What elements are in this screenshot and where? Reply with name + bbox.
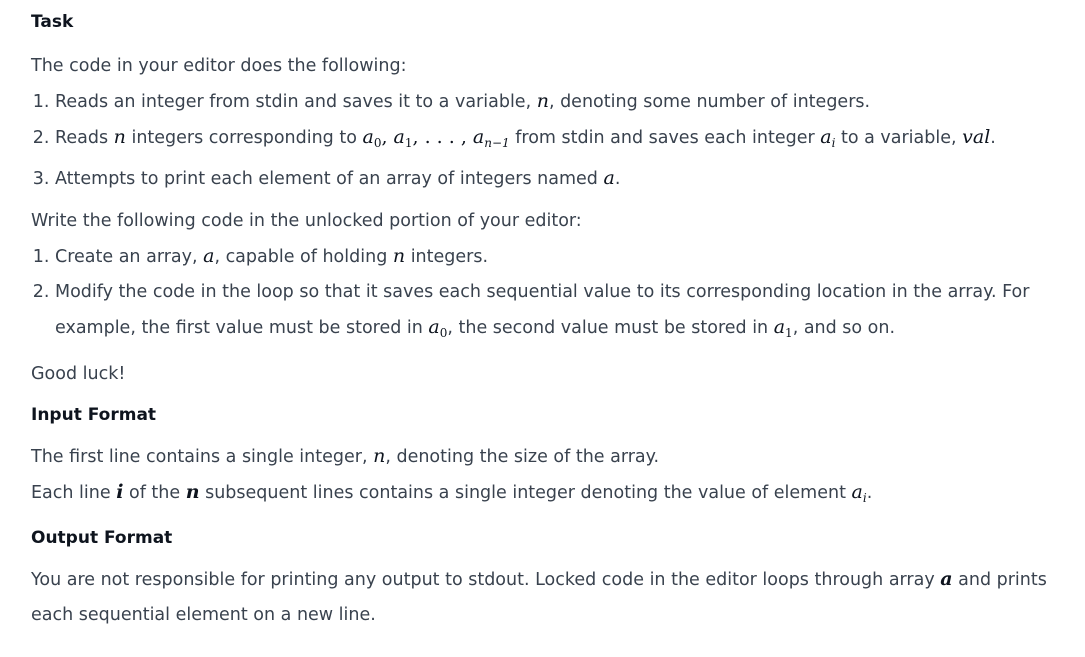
task-steps-list: Reads an integer from stdin and saves it…	[31, 84, 1075, 197]
input-format-heading: Input Format	[31, 405, 157, 425]
write-intro: Write the following code in the unlocked…	[31, 211, 582, 231]
math-n: n	[113, 126, 126, 148]
math-ai: ai	[820, 126, 836, 150]
problem-statement: Task The code in your editor does the fo…	[0, 11, 1085, 633]
math-a1: a1	[773, 316, 793, 340]
task-intro: The code in your editor does the followi…	[31, 56, 407, 76]
task-heading: Task	[31, 12, 74, 32]
output-format-text: You are not responsible for printing any…	[31, 568, 1047, 625]
math-n: n	[536, 90, 549, 112]
math-a: a	[203, 245, 215, 267]
math-n: n	[373, 445, 386, 467]
input-format-line-2: Each line i of the n subsequent lines co…	[31, 481, 873, 505]
output-format-heading: Output Format	[31, 528, 173, 548]
input-format-line-1: The first line contains a single integer…	[31, 445, 660, 467]
math-a0: a0	[428, 316, 448, 340]
write-step-1: Create an array, a, capable of holding n…	[55, 239, 1075, 275]
math-val: val	[962, 126, 991, 148]
math-a: a	[603, 167, 615, 189]
task-step-2: Reads n integers corresponding to a0, a1…	[55, 120, 1075, 161]
good-luck-text: Good luck!	[31, 364, 126, 384]
math-n: n	[185, 481, 200, 503]
math-ai: ai	[851, 481, 867, 505]
math-sequence: a0, a1, . . . , an−1	[362, 126, 510, 150]
task-step-1: Reads an integer from stdin and saves it…	[55, 84, 1075, 120]
write-steps-list: Create an array, a, capable of holding n…	[31, 239, 1075, 351]
math-a: a	[940, 568, 953, 590]
write-step-2: Modify the code in the loop so that it s…	[55, 275, 1075, 351]
math-n: n	[392, 245, 406, 267]
task-step-3: Attempts to print each element of an arr…	[55, 161, 1075, 197]
